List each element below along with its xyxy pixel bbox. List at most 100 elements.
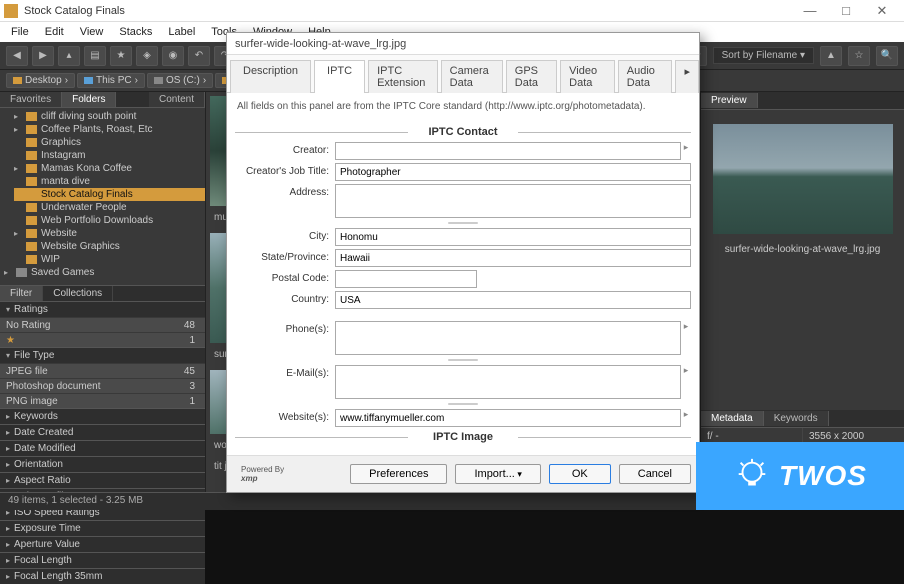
chevron-right-icon[interactable]: ▸ — [681, 142, 691, 153]
filter-section[interactable]: Keywords — [0, 408, 205, 424]
search-icon[interactable]: 🔍 — [876, 46, 898, 66]
tab-iptc[interactable]: IPTC — [314, 60, 365, 93]
ratings-section[interactable]: Ratings — [0, 301, 205, 317]
up-button[interactable]: ▴ — [58, 46, 80, 66]
input-address[interactable] — [335, 184, 691, 218]
metadata-tab[interactable]: Metadata — [701, 411, 764, 426]
favorites-tab[interactable]: Favorites — [0, 92, 62, 107]
menu-view[interactable]: View — [73, 24, 111, 40]
folder-item[interactable]: ▸Website — [14, 227, 205, 240]
rating-row[interactable]: No Rating48 — [0, 317, 205, 332]
input-postal[interactable] — [335, 270, 477, 288]
close-button[interactable]: ✕ — [864, 1, 900, 21]
titlebar: Stock Catalog Finals — □ ✕ — [0, 0, 904, 22]
filter-section[interactable]: Aspect Ratio — [0, 472, 205, 488]
rating-row[interactable]: ★1 — [0, 332, 205, 347]
crumb-thispc[interactable]: This PC› — [77, 73, 145, 88]
filter-tabs: Filter Collections — [0, 286, 205, 301]
label-creator: Creator: — [235, 142, 335, 156]
filetype-section[interactable]: File Type — [0, 347, 205, 363]
maximize-button[interactable]: □ — [828, 1, 864, 21]
tab-video-data[interactable]: Video Data — [560, 60, 615, 93]
folder-item[interactable]: ▸Coffee Plants, Roast, Etc — [14, 123, 205, 136]
collections-tab[interactable]: Collections — [43, 286, 113, 301]
cancel-button[interactable]: Cancel — [619, 464, 691, 484]
star-filter-button[interactable]: ☆ — [848, 46, 870, 66]
folder-item[interactable]: Instagram — [14, 149, 205, 162]
folder-item[interactable]: Graphics — [14, 136, 205, 149]
filter-section[interactable]: Orientation — [0, 456, 205, 472]
back-button[interactable]: ◀ — [6, 46, 28, 66]
preview-caption: surfer-wide-looking-at-wave_lrg.jpg — [721, 240, 885, 259]
label-postal: Postal Code: — [235, 270, 335, 284]
watermark-text: TWOS — [779, 460, 867, 492]
input-state[interactable] — [335, 249, 691, 267]
filter-section[interactable]: Aperture Value — [0, 536, 205, 552]
camera-button[interactable]: ◉ — [162, 46, 184, 66]
forward-button[interactable]: ▶ — [32, 46, 54, 66]
reveal-button[interactable]: ▤ — [84, 46, 106, 66]
input-creator[interactable] — [335, 142, 681, 160]
menu-file[interactable]: File — [4, 24, 36, 40]
import-button[interactable]: Import... — [455, 464, 540, 484]
input-jobtitle[interactable] — [335, 163, 691, 181]
folders-panel-header: Favorites Folders Content — [0, 92, 205, 108]
keywords-tab[interactable]: Keywords — [764, 411, 829, 426]
cc-button[interactable]: ◈ — [136, 46, 158, 66]
filter-tab[interactable]: Filter — [0, 286, 43, 301]
input-city[interactable] — [335, 228, 691, 246]
crumb-desktop[interactable]: Desktop› — [6, 73, 75, 88]
tab-gps-data[interactable]: GPS Data — [506, 60, 557, 93]
favorite-button[interactable]: ★ — [110, 46, 132, 66]
watermark-overlay: TWOS — [696, 442, 904, 510]
filter-section[interactable]: Focal Length 35mm — [0, 568, 205, 584]
menu-edit[interactable]: Edit — [38, 24, 71, 40]
filetype-row[interactable]: PNG image1 — [0, 393, 205, 408]
sort-direction-button[interactable]: ▲ — [820, 46, 842, 66]
chevron-right-icon[interactable]: ▸ — [681, 409, 691, 420]
tab-camera-data[interactable]: Camera Data — [441, 60, 503, 93]
filter-section[interactable]: Exposure Time — [0, 520, 205, 536]
input-websites[interactable] — [335, 409, 681, 427]
chevron-right-icon[interactable]: ▸ — [681, 321, 691, 332]
folder-item[interactable]: Underwater People — [14, 201, 205, 214]
input-country[interactable] — [335, 291, 691, 309]
folder-item[interactable]: WIP — [14, 253, 205, 266]
label-address: Address: — [235, 184, 335, 198]
ok-button[interactable]: OK — [549, 464, 611, 484]
input-emails[interactable] — [335, 365, 681, 399]
preferences-button[interactable]: Preferences — [350, 464, 447, 484]
window-title: Stock Catalog Finals — [24, 5, 792, 17]
chevron-right-icon[interactable]: ▸ — [681, 365, 691, 376]
folder-item[interactable]: ▸cliff diving south point — [14, 110, 205, 123]
filetype-row[interactable]: Photoshop document3 — [0, 378, 205, 393]
filter-section[interactable]: Date Modified — [0, 440, 205, 456]
sort-dropdown[interactable]: Sort by Filename ▾ — [713, 47, 814, 64]
folder-item[interactable]: Website Graphics — [14, 240, 205, 253]
folder-item-selected[interactable]: Stock Catalog Finals — [14, 188, 205, 201]
content-tab-stub[interactable]: Content — [149, 92, 205, 107]
folder-item[interactable]: ▸Mamas Kona Coffee — [14, 162, 205, 175]
folder-item[interactable]: Web Portfolio Downloads — [14, 214, 205, 227]
folder-item[interactable]: manta dive — [14, 175, 205, 188]
menu-stacks[interactable]: Stacks — [112, 24, 159, 40]
dialog-title: surfer-wide-looking-at-wave_lrg.jpg — [227, 33, 699, 55]
tab-scroll-right[interactable]: ▸ — [675, 60, 699, 93]
filetype-row[interactable]: JPEG file45 — [0, 363, 205, 378]
input-phones[interactable] — [335, 321, 681, 355]
folders-tab[interactable]: Folders — [62, 92, 116, 107]
dialog-tabs: Description IPTC IPTC Extension Camera D… — [227, 55, 699, 93]
tab-description[interactable]: Description — [230, 60, 311, 93]
crumb-drive[interactable]: OS (C:)› — [147, 73, 213, 88]
filter-section[interactable]: Date Created — [0, 424, 205, 440]
folder-item-savedgames[interactable]: ▸Saved Games — [4, 266, 205, 279]
tab-iptc-extension[interactable]: IPTC Extension — [368, 60, 438, 93]
label-country: Country: — [235, 291, 335, 305]
preview-tab[interactable]: Preview — [701, 93, 758, 108]
filter-section[interactable]: Focal Length — [0, 552, 205, 568]
minimize-button[interactable]: — — [792, 1, 828, 21]
rotate-ccw-button[interactable]: ↶ — [188, 46, 210, 66]
label-city: City: — [235, 228, 335, 242]
tab-audio-data[interactable]: Audio Data — [618, 60, 673, 93]
menu-label[interactable]: Label — [161, 24, 202, 40]
